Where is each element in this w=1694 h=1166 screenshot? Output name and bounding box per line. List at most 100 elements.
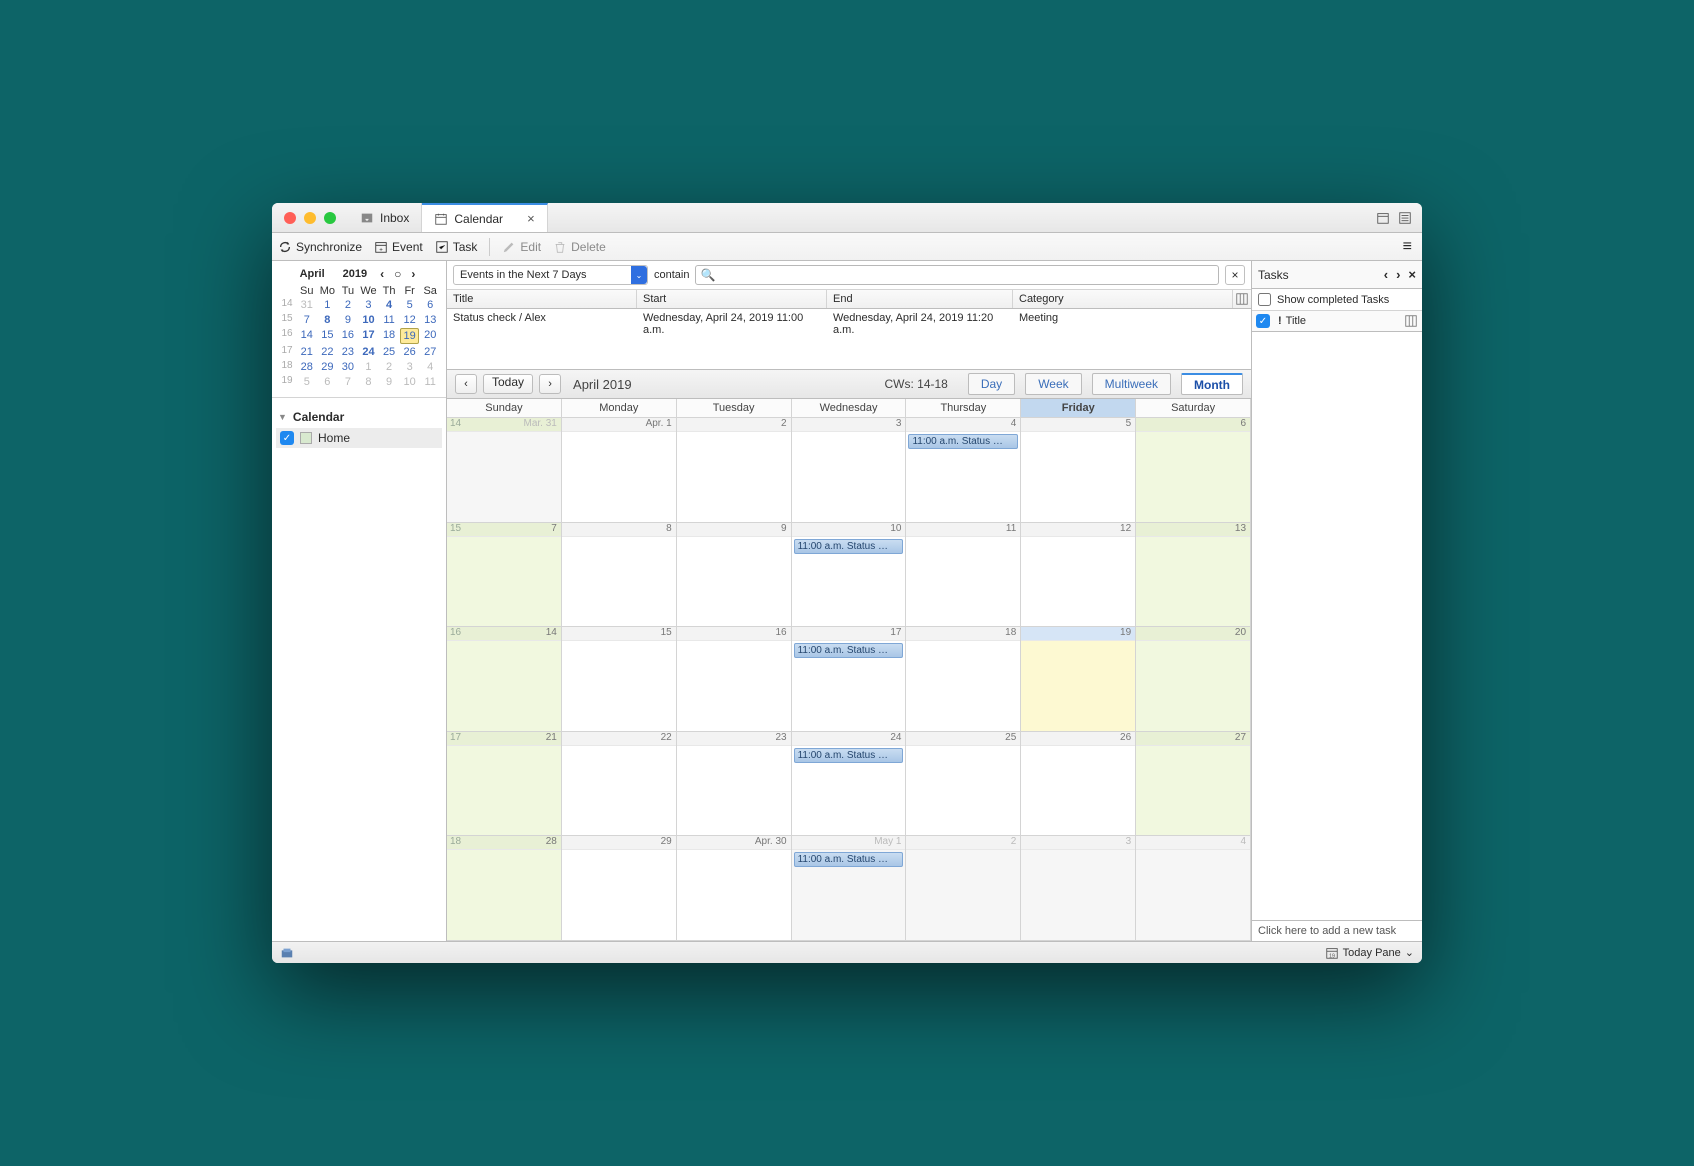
- sync-button[interactable]: Synchronize: [278, 240, 362, 254]
- calendar-toggle-icon[interactable]: [1376, 211, 1390, 225]
- minical-day[interactable]: 25: [379, 345, 399, 359]
- minical-day[interactable]: 20: [420, 328, 440, 344]
- tasks-title-col[interactable]: Title: [1286, 315, 1306, 327]
- next-month-button[interactable]: ›: [539, 374, 561, 394]
- day-cell[interactable]: 5: [1021, 418, 1136, 522]
- minimize-window-button[interactable]: [304, 212, 316, 224]
- minical-day[interactable]: 24: [359, 345, 379, 359]
- tab-inbox[interactable]: Inbox: [348, 203, 422, 232]
- minical-day[interactable]: 27: [420, 345, 440, 359]
- tab-calendar[interactable]: Calendar ×: [422, 203, 547, 232]
- calendar-event[interactable]: 11:00 a.m. Status …: [908, 434, 1018, 449]
- col-title[interactable]: Title: [447, 290, 637, 308]
- minical-day[interactable]: 6: [318, 375, 338, 389]
- minical-day[interactable]: 11: [379, 313, 399, 327]
- day-cell[interactable]: 2818: [447, 836, 562, 940]
- new-event-button[interactable]: + Event: [374, 240, 423, 254]
- day-cell[interactable]: 2411:00 a.m. Status …: [792, 732, 907, 836]
- day-cell[interactable]: 2: [906, 836, 1021, 940]
- minical-day[interactable]: 1: [359, 360, 379, 374]
- day-cell[interactable]: 15: [562, 627, 677, 731]
- minical-day[interactable]: 5: [400, 298, 420, 312]
- day-cell[interactable]: 25: [906, 732, 1021, 836]
- col-category[interactable]: Category: [1013, 290, 1233, 308]
- day-cell[interactable]: 16: [677, 627, 792, 731]
- delete-button[interactable]: Delete: [553, 240, 606, 254]
- edit-button[interactable]: Edit: [502, 240, 541, 254]
- minical-day[interactable]: 16: [338, 328, 358, 344]
- scope-dropdown[interactable]: Events in the Next 7 Days ⌄: [453, 265, 648, 285]
- calendar-visibility-checkbox[interactable]: ✓: [280, 431, 294, 445]
- minical-next-button[interactable]: ›: [408, 267, 418, 281]
- minical-day[interactable]: 29: [318, 360, 338, 374]
- today-button[interactable]: Today: [483, 374, 533, 394]
- day-cell[interactable]: 6: [1136, 418, 1251, 522]
- day-cell[interactable]: 11: [906, 523, 1021, 627]
- day-cell[interactable]: 12: [1021, 523, 1136, 627]
- day-cell[interactable]: 18: [906, 627, 1021, 731]
- minical-day[interactable]: 23: [338, 345, 358, 359]
- zoom-window-button[interactable]: [324, 212, 336, 224]
- minical-day[interactable]: 2: [379, 360, 399, 374]
- minical-day[interactable]: 4: [379, 298, 399, 312]
- minical-day[interactable]: 18: [379, 328, 399, 344]
- day-cell[interactable]: 3: [792, 418, 907, 522]
- day-cell[interactable]: 29: [562, 836, 677, 940]
- day-cell[interactable]: 2: [677, 418, 792, 522]
- show-completed-checkbox[interactable]: [1258, 293, 1271, 306]
- tasks-close-button[interactable]: ×: [1408, 267, 1416, 282]
- day-cell[interactable]: 1711:00 a.m. Status …: [792, 627, 907, 731]
- prev-month-button[interactable]: ‹: [455, 374, 477, 394]
- tasks-done-col-icon[interactable]: ✓: [1256, 314, 1270, 328]
- minical-day[interactable]: 7: [338, 375, 358, 389]
- minical-day[interactable]: 21: [297, 345, 317, 359]
- day-cell[interactable]: 13: [1136, 523, 1251, 627]
- minical-day[interactable]: 9: [338, 313, 358, 327]
- day-cell[interactable]: 1416: [447, 627, 562, 731]
- day-cell[interactable]: Apr. 30: [677, 836, 792, 940]
- minical-day[interactable]: 19: [400, 328, 420, 344]
- tasks-next-button[interactable]: ›: [1396, 267, 1400, 282]
- day-cell[interactable]: 4: [1136, 836, 1251, 940]
- minical-day[interactable]: 22: [318, 345, 338, 359]
- day-cell[interactable]: 715: [447, 523, 562, 627]
- new-task-button[interactable]: Task: [435, 240, 478, 254]
- col-end[interactable]: End: [827, 290, 1013, 308]
- day-cell[interactable]: 2117: [447, 732, 562, 836]
- col-start[interactable]: Start: [637, 290, 827, 308]
- search-input[interactable]: 🔍: [695, 265, 1219, 285]
- calendar-event[interactable]: 11:00 a.m. Status …: [794, 748, 904, 763]
- day-cell[interactable]: 19: [1021, 627, 1136, 731]
- calendar-list-item[interactable]: ✓ Home: [276, 428, 442, 448]
- view-week[interactable]: Week: [1025, 373, 1081, 395]
- day-cell[interactable]: 3: [1021, 836, 1136, 940]
- minical-day[interactable]: 10: [400, 375, 420, 389]
- add-task-input[interactable]: Click here to add a new task: [1252, 920, 1422, 941]
- day-cell[interactable]: 8: [562, 523, 677, 627]
- today-pane-toggle[interactable]: 19 Today Pane ⌄: [1325, 946, 1414, 960]
- minical-day[interactable]: 8: [359, 375, 379, 389]
- calendar-event[interactable]: 11:00 a.m. Status …: [794, 643, 904, 658]
- minical-day[interactable]: 14: [297, 328, 317, 344]
- day-cell[interactable]: 1011:00 a.m. Status …: [792, 523, 907, 627]
- minical-day[interactable]: 30: [338, 360, 358, 374]
- close-window-button[interactable]: [284, 212, 296, 224]
- day-cell[interactable]: 9: [677, 523, 792, 627]
- tasks-column-picker-icon[interactable]: [1404, 314, 1418, 328]
- minical-day[interactable]: 8: [318, 313, 338, 327]
- minical-day[interactable]: 13: [420, 313, 440, 327]
- calendar-event[interactable]: 11:00 a.m. Status …: [794, 852, 904, 867]
- minical-today-button[interactable]: ○: [391, 267, 404, 281]
- day-cell[interactable]: 26: [1021, 732, 1136, 836]
- minical-day[interactable]: 26: [400, 345, 420, 359]
- minical-day[interactable]: 3: [400, 360, 420, 374]
- minical-day[interactable]: 2: [338, 298, 358, 312]
- minical-day[interactable]: 3: [359, 298, 379, 312]
- tasks-list[interactable]: [1252, 332, 1422, 920]
- tab-close-icon[interactable]: ×: [527, 211, 535, 226]
- day-cell[interactable]: 411:00 a.m. Status …: [906, 418, 1021, 522]
- day-cell[interactable]: 23: [677, 732, 792, 836]
- column-picker-button[interactable]: [1233, 290, 1251, 308]
- minical-day[interactable]: 6: [420, 298, 440, 312]
- clear-filter-button[interactable]: ×: [1225, 265, 1245, 285]
